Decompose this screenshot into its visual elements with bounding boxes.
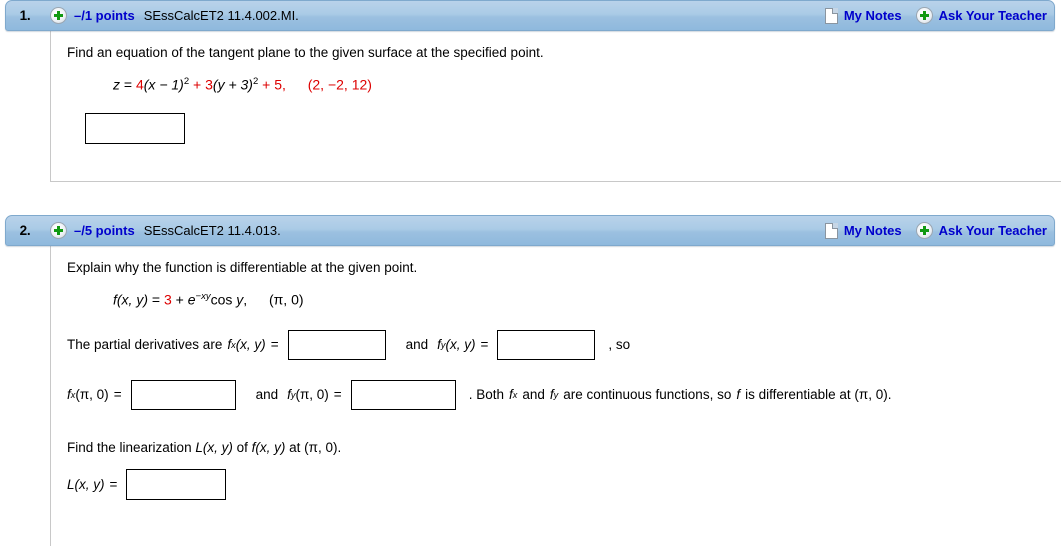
equation-lhs: z bbox=[113, 76, 120, 93]
evaluated-and-text: and bbox=[255, 387, 279, 403]
note-page-icon[interactable] bbox=[824, 222, 838, 239]
my-notes-link[interactable]: My Notes bbox=[844, 8, 902, 23]
header-actions: My Notes Ask Your Teacher bbox=[824, 7, 1054, 24]
linearization-prompt: Find the linearization L(x, y) of f(x, y… bbox=[67, 440, 1061, 455]
note-page-icon[interactable] bbox=[824, 7, 838, 24]
fx-eval-arguments: (π, 0) bbox=[75, 387, 109, 403]
equation-point: (2, −2, 12) bbox=[307, 76, 372, 93]
fy-arguments: (x, y) bbox=[445, 337, 476, 353]
fy-equals: = bbox=[480, 337, 489, 353]
conclusion-text-pre: . Both bbox=[468, 387, 504, 403]
ask-your-teacher-link[interactable]: Ask Your Teacher bbox=[939, 8, 1047, 23]
answer-row-1 bbox=[85, 112, 1061, 144]
equation-const: 5 bbox=[274, 76, 283, 93]
evaluated-partials-row: f x (π, 0) = and f y (π, 0) = . Both fx and … bbox=[67, 379, 1061, 410]
equation-exp2: 2 bbox=[252, 76, 259, 88]
equation-paren2: (y + 3) bbox=[212, 76, 253, 93]
function-cos: cos bbox=[210, 291, 233, 308]
function-exp-base: e bbox=[187, 291, 196, 308]
equation-coef1: 4 bbox=[135, 76, 144, 93]
conclusion-text-end: is differentiable at (π, 0). bbox=[745, 387, 892, 403]
linearization-prompt-post: at (π, 0). bbox=[289, 439, 342, 455]
question-code: SEssCalcET2 11.4.013. bbox=[143, 223, 281, 238]
fy-eval-arguments: (π, 0) bbox=[295, 387, 329, 403]
fy-eval-equals: = bbox=[333, 387, 342, 403]
question-code: SEssCalcET2 11.4.002.MI. bbox=[143, 8, 299, 23]
ask-your-teacher-link[interactable]: Ask Your Teacher bbox=[939, 223, 1047, 238]
equation-paren1: (x − 1) bbox=[143, 76, 184, 93]
ask-teacher-plus-icon[interactable] bbox=[915, 222, 933, 239]
ask-teacher-plus-icon[interactable] bbox=[915, 7, 933, 24]
expand-plus-icon[interactable] bbox=[50, 222, 67, 239]
conclusion-and-text: and bbox=[522, 387, 545, 403]
question-number: 2. bbox=[19, 223, 31, 238]
question-number: 1. bbox=[19, 8, 31, 23]
linearization-label: L(x, y) bbox=[67, 476, 105, 492]
linearization-L-symbol: L(x, y) bbox=[195, 439, 233, 455]
partials-lead-text: The partial derivatives are bbox=[67, 337, 223, 353]
fx-arguments: (x, y) bbox=[235, 337, 266, 353]
conclusion-f-symbol: f bbox=[736, 387, 741, 403]
linearization-answer-row: L(x, y) = bbox=[67, 468, 1061, 500]
question-block-2: 2. –/5 points SEssCalcET2 11.4.013. My N… bbox=[0, 215, 1061, 546]
expand-plus-icon[interactable] bbox=[50, 7, 67, 24]
function-definition: f(x, y) = 3 + e−xycos y, (π, 0) bbox=[113, 291, 1061, 308]
equation-plus1: + bbox=[193, 76, 202, 93]
header-actions: My Notes Ask Your Teacher bbox=[824, 222, 1054, 239]
function-comma: , bbox=[243, 291, 248, 308]
partial-derivatives-row: The partial derivatives are f x (x, y) = a… bbox=[67, 329, 1061, 360]
question-prompt: Find an equation of the tangent plane to… bbox=[67, 45, 544, 60]
question-header-1: 1. –/1 points SEssCalcET2 11.4.002.MI. M… bbox=[5, 0, 1055, 31]
linearization-answer-input[interactable] bbox=[126, 468, 227, 500]
fx-at-point-answer-input[interactable] bbox=[130, 379, 236, 410]
partials-and-text: and bbox=[405, 337, 429, 353]
function-exponent: −xy bbox=[195, 291, 211, 303]
question-prompt: Explain why the function is differentiab… bbox=[67, 260, 418, 275]
question-header-2: 2. –/5 points SEssCalcET2 11.4.013. My N… bbox=[5, 215, 1055, 246]
surface-equation: z = 4(x − 1)2 + 3(y + 3)2 + 5, (2, −2, 1… bbox=[113, 76, 1061, 93]
points-label: –/1 points bbox=[74, 8, 135, 23]
linearization-f-symbol: f(x, y) bbox=[251, 439, 286, 455]
question-body-2: Explain why the function is differentiab… bbox=[50, 246, 1061, 546]
question-block-1: 1. –/1 points SEssCalcET2 11.4.002.MI. M… bbox=[0, 0, 1061, 182]
points-label: –/5 points bbox=[74, 223, 135, 238]
function-const: 3 bbox=[163, 291, 172, 308]
equation-coef2: 3 bbox=[205, 76, 213, 93]
function-args: (x, y) bbox=[116, 291, 148, 308]
function-equals: = bbox=[151, 291, 161, 308]
fy-general-answer-input[interactable] bbox=[497, 329, 596, 360]
linearization-prompt-pre: Find the linearization bbox=[67, 439, 192, 455]
tangent-plane-answer-input[interactable] bbox=[85, 112, 185, 144]
linearization-equals: = bbox=[109, 476, 118, 492]
question-body-1: Find an equation of the tangent plane to… bbox=[50, 31, 1061, 182]
fy-at-point-answer-input[interactable] bbox=[350, 379, 456, 410]
conclusion-fx-subscript: x bbox=[512, 389, 518, 400]
equation-exp1: 2 bbox=[183, 76, 190, 88]
function-point: (π, 0) bbox=[268, 291, 304, 308]
equation-comma: , bbox=[282, 76, 286, 93]
equation-plus2: + bbox=[262, 76, 271, 93]
equation-equals: = bbox=[123, 76, 133, 93]
fx-general-answer-input[interactable] bbox=[287, 329, 386, 360]
fx-eval-equals: = bbox=[113, 387, 122, 403]
conclusion-fy-subscript: y bbox=[553, 389, 559, 400]
function-plus: + bbox=[175, 291, 184, 308]
fx-equals: = bbox=[270, 337, 279, 353]
linearization-prompt-mid: of bbox=[236, 439, 248, 455]
conclusion-text-post: are continuous functions, so bbox=[563, 387, 732, 403]
partials-tail-text: , so bbox=[608, 337, 631, 353]
my-notes-link[interactable]: My Notes bbox=[844, 223, 902, 238]
